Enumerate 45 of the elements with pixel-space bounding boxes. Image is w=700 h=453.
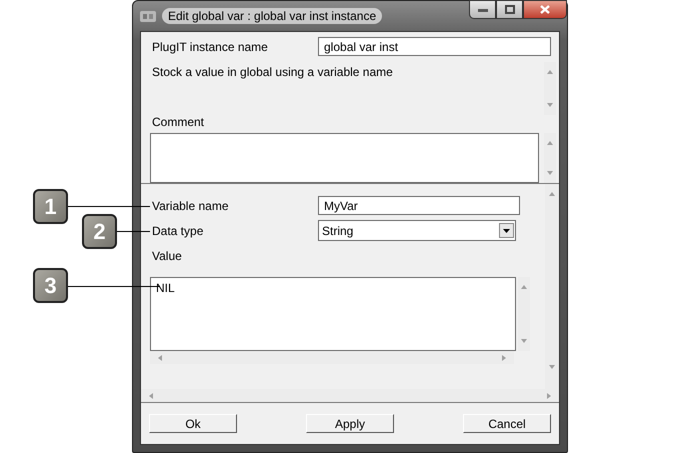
scroll-down-icon[interactable] bbox=[546, 169, 554, 177]
comment-area[interactable] bbox=[150, 133, 539, 183]
text-area[interactable]: NIL bbox=[150, 277, 516, 351]
scroll-down-icon[interactable] bbox=[548, 363, 556, 371]
maximize-button[interactable] bbox=[496, 0, 523, 19]
callout-badge: 2 bbox=[82, 214, 117, 249]
scrollbar[interactable] bbox=[544, 62, 556, 116]
close-button[interactable] bbox=[523, 0, 567, 19]
scroll-right-icon[interactable] bbox=[545, 392, 553, 400]
window-title: Edit global var : global var inst instance bbox=[162, 8, 382, 24]
close-icon bbox=[540, 5, 550, 14]
scroll-left-icon[interactable] bbox=[147, 392, 155, 400]
input-field[interactable]: global var inst bbox=[318, 37, 551, 56]
scroll-up-icon[interactable] bbox=[520, 283, 528, 291]
scrollbar[interactable] bbox=[150, 351, 514, 364]
dialog-button[interactable]: Ok bbox=[149, 414, 237, 433]
field-label: Value bbox=[152, 248, 183, 262]
field-label: Data type bbox=[152, 224, 204, 238]
field-label: Comment bbox=[152, 115, 204, 130]
field-label: Variable name bbox=[152, 198, 230, 212]
field-label: PlugIT instance name bbox=[152, 40, 269, 54]
scroll-right-icon[interactable] bbox=[500, 354, 508, 362]
scrollbar[interactable] bbox=[141, 389, 559, 402]
callout-badge: 3 bbox=[33, 268, 68, 303]
scroll-down-icon[interactable] bbox=[546, 101, 554, 110]
description-text: Stock a value in global using a variable name bbox=[152, 64, 394, 81]
scroll-up-icon[interactable] bbox=[548, 190, 556, 198]
leader-line bbox=[117, 231, 150, 232]
minimize-icon bbox=[478, 8, 488, 12]
dialog-button[interactable]: Apply bbox=[306, 414, 394, 433]
input-field[interactable]: MyVar bbox=[318, 196, 520, 215]
scrollbar[interactable] bbox=[545, 184, 559, 389]
maximize-icon bbox=[504, 5, 514, 14]
scroll-down-icon[interactable] bbox=[520, 337, 528, 345]
scroll-up-icon[interactable] bbox=[546, 139, 554, 148]
callout-badge: 1 bbox=[33, 189, 68, 224]
dropdown[interactable]: String bbox=[318, 220, 516, 241]
scrollbar[interactable] bbox=[518, 277, 530, 351]
dialog-button[interactable]: Cancel bbox=[463, 414, 551, 433]
scroll-up-icon[interactable] bbox=[546, 68, 554, 76]
scroll-left-icon[interactable] bbox=[156, 354, 164, 362]
minimize-button[interactable] bbox=[469, 0, 496, 19]
dropdown-arrow-icon bbox=[502, 228, 511, 234]
app-icon bbox=[140, 10, 156, 22]
scrollbar[interactable] bbox=[544, 133, 556, 183]
